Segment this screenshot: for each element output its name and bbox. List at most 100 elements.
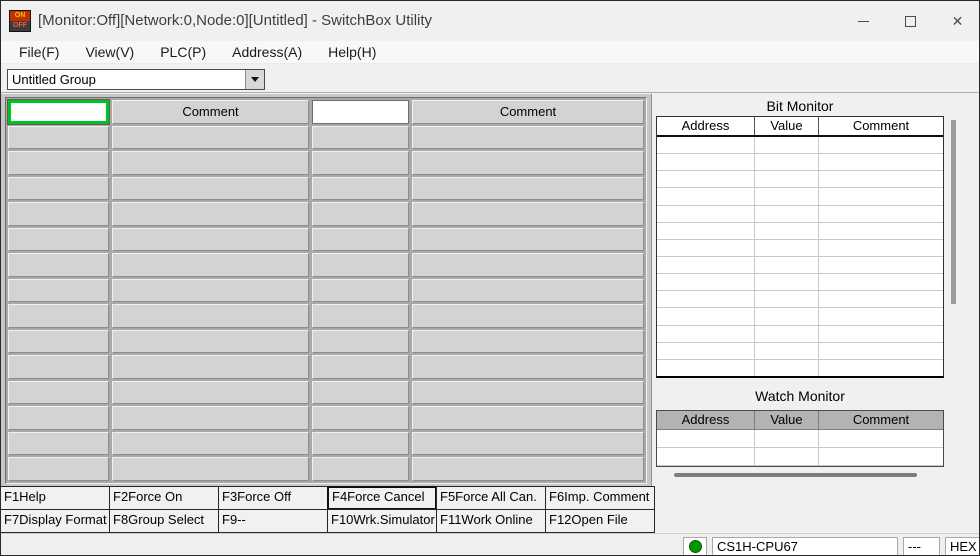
monitor-row[interactable]: [657, 137, 943, 155]
address-cell[interactable]: [312, 457, 409, 481]
address-cell[interactable]: [312, 304, 409, 328]
maximize-button[interactable]: [887, 1, 934, 41]
address-cell[interactable]: [8, 125, 109, 150]
monitor-row[interactable]: [657, 342, 943, 360]
address-cell[interactable]: [8, 304, 109, 328]
monitor-row[interactable]: [657, 171, 943, 189]
monitor-row[interactable]: [657, 188, 943, 206]
address-cell[interactable]: [312, 406, 409, 430]
address-cell[interactable]: [8, 151, 109, 175]
comment-cell[interactable]: [412, 151, 644, 175]
monitor-row[interactable]: [657, 222, 943, 240]
menu-view[interactable]: View(V): [75, 41, 144, 64]
address-cell[interactable]: [312, 253, 409, 277]
comment-cell[interactable]: [112, 355, 309, 379]
f4-button[interactable]: F4Force Cancel: [327, 486, 437, 510]
comment-cell[interactable]: [112, 125, 309, 150]
monitor-row[interactable]: [657, 239, 943, 257]
comment-cell[interactable]: [112, 304, 309, 328]
comment-cell[interactable]: [412, 431, 644, 456]
address-input[interactable]: [312, 100, 409, 124]
monitor-row[interactable]: [657, 325, 943, 343]
address-cell[interactable]: [8, 253, 109, 277]
vertical-scrollbar-thumb[interactable]: [951, 120, 956, 304]
comment-cell[interactable]: [112, 202, 309, 226]
menu-address[interactable]: Address(A): [222, 41, 312, 64]
comment-cell[interactable]: [112, 431, 309, 456]
address-input-selected[interactable]: [7, 99, 110, 125]
comment-cell[interactable]: [412, 329, 644, 354]
address-cell[interactable]: [312, 355, 409, 379]
address-cell[interactable]: [8, 431, 109, 456]
monitor-row[interactable]: [657, 291, 943, 309]
monitor-row[interactable]: [657, 359, 943, 376]
f3-button[interactable]: F3Force Off: [218, 486, 328, 510]
combo-dropdown-button[interactable]: [245, 70, 264, 89]
address-cell[interactable]: [8, 202, 109, 226]
comment-cell[interactable]: [112, 176, 309, 201]
f8-button[interactable]: F8Group Select: [109, 509, 219, 533]
comment-cell[interactable]: [112, 278, 309, 303]
menu-help[interactable]: Help(H): [318, 41, 386, 64]
monitor-row[interactable]: [657, 205, 943, 223]
comment-cell[interactable]: [412, 227, 644, 252]
address-cell[interactable]: [8, 457, 109, 481]
comment-cell[interactable]: [412, 355, 644, 379]
minimize-button[interactable]: [840, 1, 887, 41]
comment-cell[interactable]: [412, 457, 644, 481]
address-cell[interactable]: [8, 227, 109, 252]
comment-cell[interactable]: [112, 380, 309, 405]
address-cell[interactable]: [8, 380, 109, 405]
comment-cell[interactable]: [412, 304, 644, 328]
comment-cell[interactable]: [412, 176, 644, 201]
app-icon[interactable]: ON OFF: [9, 10, 31, 32]
comment-cell[interactable]: [112, 406, 309, 430]
monitor-row[interactable]: [657, 154, 943, 172]
horizontal-scrollbar-thumb[interactable]: [674, 473, 917, 477]
f2-button[interactable]: F2Force On: [109, 486, 219, 510]
address-cell[interactable]: [8, 355, 109, 379]
monitor-row[interactable]: [657, 430, 943, 448]
comment-cell[interactable]: [412, 125, 644, 150]
comment-cell[interactable]: [412, 202, 644, 226]
comment-cell[interactable]: [112, 329, 309, 354]
comment-cell[interactable]: [112, 151, 309, 175]
comment-cell[interactable]: [412, 253, 644, 277]
vertical-scrollbar[interactable]: [948, 98, 959, 481]
comment-cell[interactable]: [412, 380, 644, 405]
comment-cell[interactable]: [112, 457, 309, 481]
address-cell[interactable]: [312, 380, 409, 405]
address-cell[interactable]: [8, 176, 109, 201]
monitor-row[interactable]: [657, 274, 943, 292]
monitor-row[interactable]: [657, 308, 943, 326]
f12-button[interactable]: F12Open File: [545, 509, 655, 533]
address-cell[interactable]: [312, 202, 409, 226]
monitor-row[interactable]: [657, 448, 943, 466]
comment-cell[interactable]: [112, 227, 309, 252]
menu-file[interactable]: File(F): [9, 41, 69, 64]
f7-button[interactable]: F7Display Format: [1, 509, 110, 533]
comment-cell[interactable]: [112, 253, 309, 277]
f5-button[interactable]: F5Force All Can.: [436, 486, 546, 510]
address-cell[interactable]: [312, 151, 409, 175]
address-cell[interactable]: [312, 431, 409, 456]
comment-cell[interactable]: [412, 406, 644, 430]
address-cell[interactable]: [312, 125, 409, 150]
horizontal-scrollbar[interactable]: [656, 470, 944, 479]
f11-button[interactable]: F11Work Online: [436, 509, 546, 533]
monitor-row[interactable]: [657, 256, 943, 275]
address-cell[interactable]: [8, 329, 109, 354]
address-cell[interactable]: [312, 278, 409, 303]
address-cell[interactable]: [312, 227, 409, 252]
group-select-combobox[interactable]: Untitled Group: [7, 69, 265, 90]
close-button[interactable]: ✕: [934, 1, 979, 41]
f9-button[interactable]: F9--: [218, 509, 328, 533]
address-cell[interactable]: [312, 329, 409, 354]
address-cell[interactable]: [312, 176, 409, 201]
f10-button[interactable]: F10Wrk.Simulator: [327, 509, 437, 533]
menu-plc[interactable]: PLC(P): [150, 41, 216, 64]
comment-cell[interactable]: [412, 278, 644, 303]
f1-button[interactable]: F1Help: [1, 486, 110, 510]
address-cell[interactable]: [8, 406, 109, 430]
address-cell[interactable]: [8, 278, 109, 303]
